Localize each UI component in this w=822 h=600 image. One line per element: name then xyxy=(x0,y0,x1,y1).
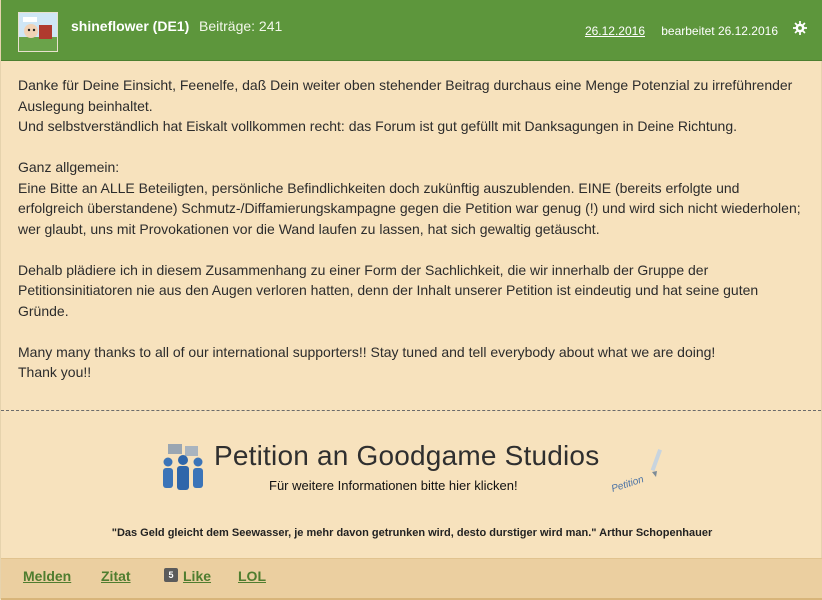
signature-divider xyxy=(1,410,821,411)
gear-icon[interactable] xyxy=(793,21,807,35)
paragraph: Dehalb plädiere ich in diesem Zusammenha… xyxy=(18,261,759,319)
paragraph: Danke für Deine Einsicht, Feenelfe, daß … xyxy=(18,77,793,114)
paragraph: Und selbstverständlich hat Eiskalt vollk… xyxy=(18,118,738,134)
like-label: Like xyxy=(183,568,212,584)
petition-banner-link[interactable]: Petition an Goodgame Studios Für weitere… xyxy=(159,440,669,497)
banner-title: Petition an Goodgame Studios xyxy=(214,440,600,471)
lol-link[interactable]: LOL xyxy=(238,568,266,584)
quote-link[interactable]: Zitat xyxy=(101,568,131,584)
post-content: Danke für Deine Einsicht, Feenelfe, daß … xyxy=(18,75,808,383)
paragraph: Many many thanks to all of our internati… xyxy=(18,343,716,360)
report-link[interactable]: Melden xyxy=(23,568,71,584)
user-avatar[interactable] xyxy=(18,12,58,52)
avatar-image xyxy=(19,13,57,51)
post-header: shineflower (DE1) Beiträge: 241 26.12.20… xyxy=(1,0,822,61)
post-actions-bar: Melden Zitat 5 Like LOL xyxy=(1,558,822,600)
banner-subtitle: Für weitere Informationen bitte hier kli… xyxy=(269,478,518,493)
people-icon xyxy=(163,444,203,490)
paragraph: Ganz allgemein: xyxy=(18,159,120,175)
post-date-link[interactable]: 26.12.2016 xyxy=(585,24,645,38)
username-link[interactable]: shineflower (DE1) xyxy=(71,18,189,34)
post-count: Beiträge: 241 xyxy=(199,18,283,34)
edited-info: bearbeitet 26.12.2016 xyxy=(661,24,778,38)
signature-quote: "Das Geld gleicht dem Seewasser, je mehr… xyxy=(111,527,713,539)
banner-stamp: Petition xyxy=(610,474,646,495)
like-count-badge: 5 xyxy=(164,568,178,582)
forum-post: shineflower (DE1) Beiträge: 241 26.12.20… xyxy=(0,0,822,600)
pen-icon xyxy=(650,449,662,477)
paragraph: Eine Bitte an ALLE Beteiligten, persönli… xyxy=(18,179,801,237)
paragraph: Thank you!! xyxy=(18,364,92,380)
like-link[interactable]: 5 Like xyxy=(164,568,211,584)
